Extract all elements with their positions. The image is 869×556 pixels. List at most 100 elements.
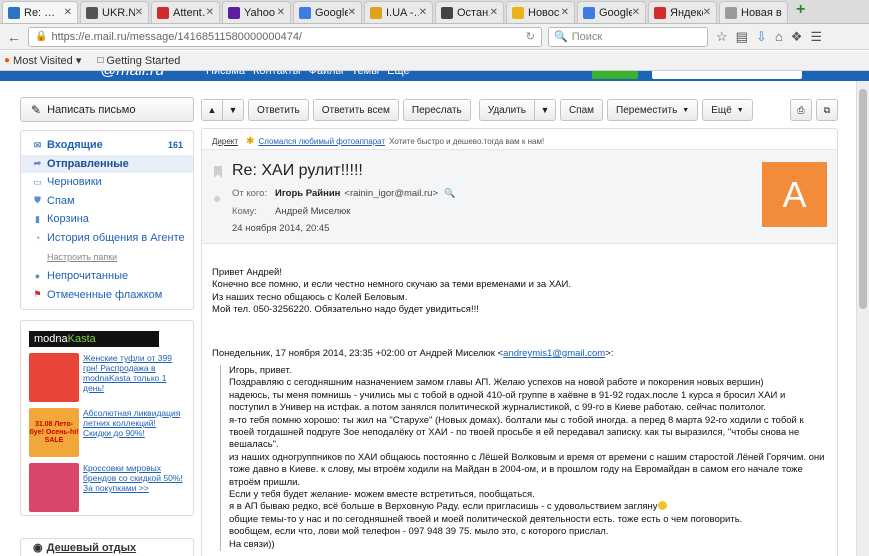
sidebar-folder[interactable]: ◔ История общения в Агенте: [21, 229, 193, 248]
page-scrollbar[interactable]: [856, 81, 869, 556]
avatar-letter: А: [782, 173, 807, 215]
move-button[interactable]: Переместить ▼: [607, 99, 699, 121]
browser-tab[interactable]: Google ✕: [293, 1, 362, 23]
green-header-button[interactable]: [592, 71, 638, 79]
bookmark-icon[interactable]: [214, 166, 222, 178]
sidebar-folder[interactable]: ▮ Корзина: [21, 210, 193, 229]
sidebar-folder[interactable]: ▭ Черновики: [21, 173, 193, 192]
mail-nav-link[interactable]: Файлы: [308, 71, 343, 77]
browser-tab[interactable]: Новос…✕: [506, 1, 575, 23]
quote-email-link[interactable]: andreymis1@gmail.com: [503, 348, 605, 359]
close-icon[interactable]: ✕: [703, 7, 711, 18]
scrollbar-thumb[interactable]: [859, 89, 867, 309]
new-tab-icon[interactable]: +: [796, 1, 805, 23]
browser-tab[interactable]: Re: … ✕: [2, 1, 78, 23]
message-date: 24 ноября 2014, 20:45: [232, 223, 330, 234]
direct-label[interactable]: Директ: [212, 137, 238, 146]
menu-icon[interactable]: ☰: [810, 29, 822, 45]
status-dot-icon[interactable]: [214, 196, 220, 202]
ad-link[interactable]: Кроссовки мировых брендов со скидкой 50%…: [83, 463, 185, 512]
folder-settings-link[interactable]: Настроить папки: [21, 247, 193, 267]
sender-name[interactable]: Игорь Райнин: [275, 188, 340, 199]
mail-nav-link[interactable]: Ещё: [387, 71, 410, 77]
addon-icon[interactable]: ❖: [791, 29, 803, 45]
close-icon[interactable]: ✕: [419, 7, 427, 18]
close-icon[interactable]: ✕: [561, 7, 569, 18]
tab-label: I.UA -…: [386, 6, 419, 19]
expand-button[interactable]: ⧉: [816, 99, 838, 121]
download-icon[interactable]: ⇩: [756, 29, 767, 45]
close-icon[interactable]: ✕: [348, 7, 356, 18]
expand-icon: ⧉: [823, 104, 831, 115]
spam-button[interactable]: Спам: [559, 99, 604, 121]
quote-text: Поздравляю с сегодняшним назначением зам…: [229, 377, 764, 389]
back-arrow-icon[interactable]: ←: [4, 27, 24, 47]
ad-item[interactable]: 31.08 Лето-бye! Осень-hi! SALE Абсолютная…: [29, 408, 185, 457]
from-row: От кого: Игорь Райнин <rainin_igor@mail.…: [232, 188, 455, 199]
sender-address[interactable]: <rainin_igor@mail.ru>: [344, 188, 438, 199]
sidebar-folder[interactable]: ⚑ Отмеченные флажком: [21, 286, 193, 305]
reply-button[interactable]: Ответить: [248, 99, 309, 121]
ad-link[interactable]: Женские туфли от 399 грн! Распродажа в m…: [83, 353, 185, 402]
modnakasta-logo[interactable]: modna Kasta: [29, 331, 159, 347]
close-icon[interactable]: ✕: [277, 7, 285, 18]
bookmark-star-icon[interactable]: ☆: [716, 29, 728, 45]
browser-tab[interactable]: Attent…✕: [151, 1, 220, 23]
browser-tab[interactable]: Yahoo ✕: [222, 1, 291, 23]
print-button[interactable]: ⎙: [790, 99, 812, 121]
browser-tab[interactable]: UKR.N…✕: [80, 1, 149, 23]
bookmarks-menu-icon[interactable]: ▤: [736, 29, 748, 45]
url-bar[interactable]: 🔒 https://e.mail.ru/message/141685115800…: [28, 26, 542, 47]
mail-search-input[interactable]: [652, 71, 802, 79]
recipient-name[interactable]: Андрей Миселюк: [275, 206, 350, 217]
browser-tab[interactable]: Новая вк…: [719, 1, 788, 23]
ad-item[interactable]: Женские туфли от 399 грн! Распродажа в m…: [29, 353, 185, 402]
ad-image[interactable]: 31.08 Лето-бye! Осень-hi! SALE: [29, 408, 79, 457]
mailru-logo[interactable]: @mail.ru: [100, 71, 164, 80]
browser-search-input[interactable]: 🔍 Поиск: [548, 26, 708, 47]
home-icon[interactable]: ⌂: [775, 29, 783, 45]
forward-button[interactable]: Переслать: [402, 99, 471, 121]
next-message-button[interactable]: ▼: [222, 99, 244, 121]
logo-part: Kasta: [67, 333, 96, 345]
direct-ad: Директ ✱ Сломался любимый фотоаппарат Хо…: [212, 136, 544, 147]
sidebar-folder[interactable]: ● Непрочитанные: [21, 267, 193, 286]
browser-tab[interactable]: I.UA -…✕: [364, 1, 433, 23]
quote-line: надеюсь, ты меня помнишь - учились мы с …: [229, 390, 825, 415]
close-icon[interactable]: ✕: [135, 7, 143, 18]
sidebar-folder[interactable]: ➦ Отправленные: [21, 154, 193, 173]
ad-item[interactable]: Кроссовки мировых брендов со скидкой 50%…: [29, 463, 185, 512]
compose-button[interactable]: ✎ Написать письмо: [20, 97, 194, 122]
close-icon[interactable]: ✕: [64, 7, 72, 18]
bookmarks-bar: ● Most Visited ▾ □ Getting Started: [0, 51, 869, 71]
sidebar-folder[interactable]: ⛊ Спам: [21, 192, 193, 211]
direct-link[interactable]: Сломался любимый фотоаппарат: [258, 137, 385, 146]
ad-image[interactable]: [29, 463, 79, 512]
close-icon[interactable]: ✕: [206, 7, 214, 18]
browser-tab[interactable]: Остан…✕: [435, 1, 504, 23]
prev-message-button[interactable]: ▲: [201, 99, 223, 121]
browser-tab[interactable]: Google ✕: [577, 1, 646, 23]
sidebar-folder[interactable]: ✉ Входящие 161: [21, 136, 193, 155]
delete-button[interactable]: Удалить: [478, 99, 535, 121]
mail-nav-link[interactable]: Контакты: [253, 71, 301, 77]
browser-tab[interactable]: Яндекс✕: [648, 1, 717, 23]
close-icon[interactable]: ✕: [490, 7, 498, 18]
search-icon[interactable]: 🔍: [444, 188, 455, 199]
ad-bottom-title[interactable]: ◉ Дешевый отдых: [20, 538, 194, 556]
compose-label: Написать письмо: [47, 103, 136, 116]
mail-nav-link[interactable]: Темы: [351, 71, 379, 77]
close-icon[interactable]: ✕: [632, 7, 640, 18]
ad-link[interactable]: Абсолютная ликвидация летних коллекций! …: [83, 408, 185, 457]
bookmark-most-visited[interactable]: ● Most Visited ▾: [4, 54, 81, 67]
message-header: Re: ХАИ рулит!!!!! От кого: Игорь Райнин…: [202, 150, 837, 244]
to-label: Кому:: [232, 206, 257, 217]
mail-nav-link[interactable]: Письма: [206, 71, 245, 77]
bookmark-getting-started[interactable]: □ Getting Started: [97, 55, 180, 67]
reload-icon[interactable]: ↻: [526, 30, 535, 43]
more-button[interactable]: Ещё ▼: [702, 99, 753, 121]
folder-label: Черновики: [47, 176, 102, 189]
delete-dropdown-button[interactable]: ▼: [533, 99, 556, 121]
reply-all-button[interactable]: Ответить всем: [312, 99, 399, 121]
ad-image[interactable]: [29, 353, 79, 402]
